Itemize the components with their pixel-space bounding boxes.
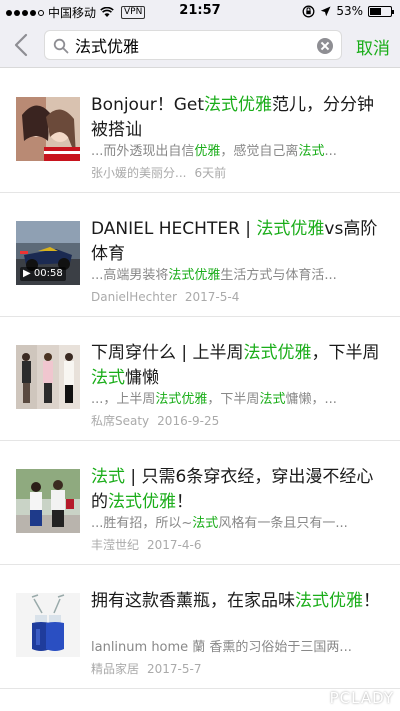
article-excerpt: ...，上半周法式优雅，下半周法式慵懒，... [91,391,383,409]
search-input[interactable] [75,31,315,59]
highlighted-keyword: 法式 [192,516,219,531]
article-date: 2016-9-25 [157,414,220,428]
article-thumbnail [16,593,80,657]
text-segment: 下周穿什么 | 上半周 [91,343,244,363]
highlighted-keyword: 法式优雅 [108,492,176,512]
text-segment: ...高端男装将 [91,268,169,283]
article-title[interactable]: Bonjour！Get法式优雅范儿，分分钟被搭讪 [91,93,383,143]
list-item[interactable]: ▶ 00:58 DANIEL HECHTER | 法式优雅vs高阶体育 ...高… [0,193,400,317]
cancel-button[interactable]: 取消 [356,34,390,59]
text-segment: 慵懒，... [285,392,337,407]
text-segment: ...胜有招，所以~ [91,516,193,531]
article-meta: 张小媛的美丽分... 6天前 [91,165,226,181]
article-thumbnail [16,469,80,533]
battery-percent: 53% [336,4,363,18]
highlighted-keyword: 法式优雅 [155,392,208,407]
list-item[interactable]: 下周穿什么 | 上半周法式优雅，下半周法式慵懒 ...，上半周法式优雅，下半周法… [0,317,400,441]
highlighted-keyword: 法式优雅 [204,95,273,115]
article-title[interactable]: DANIEL HECHTER | 法式优雅vs高阶体育 [91,217,383,267]
text-segment: ...，上半周 [91,392,156,407]
search-icon [53,38,69,54]
article-excerpt: ...而外透现出自信优雅，感觉自己离法式... [91,143,383,161]
article-source: 丰滢世纪 [91,538,140,552]
video-thumbnail: ▶ 00:58 [16,221,80,285]
text-segment: Bonjour！Get [91,95,205,115]
article-title[interactable]: 拥有这款香薰瓶，在家品味法式优雅！ [91,589,383,614]
location-arrow-icon [321,6,331,16]
clear-search-icon[interactable] [317,38,333,54]
article-source: 精品家居 [91,662,140,676]
text-segment: 生活方式与体育活... [220,268,337,283]
highlighted-keyword: 法式 [91,467,125,487]
article-thumbnail [16,97,80,161]
article-meta: DanielHechter 2017-5-4 [91,289,239,305]
highlighted-keyword: 法式 [298,144,325,159]
video-duration-badge: ▶ 00:58 [20,267,66,281]
text-segment: lanlinum home 蘭 香熏的习俗始于三国两... [91,640,352,655]
article-meta: 私席Seaty 2016-9-25 [91,413,219,429]
article-meta: 精品家居 2017-5-7 [91,661,201,677]
search-header: 取消 [0,22,400,68]
highlighted-keyword: 法式 [259,392,286,407]
article-meta: 丰滢世纪 2017-4-6 [91,537,201,553]
video-duration: 00:58 [33,268,63,279]
article-title[interactable]: 下周穿什么 | 上半周法式优雅，下半周法式慵懒 [91,341,383,391]
article-source: 张小媛的美丽分... [91,166,187,180]
highlighted-keyword: 优雅 [194,144,221,159]
highlighted-keyword: 法式优雅 [256,219,325,239]
article-source: DanielHechter [91,290,177,304]
article-excerpt: lanlinum home 蘭 香熏的习俗始于三国两... [91,639,383,657]
text-segment: ，下半周 [311,343,380,363]
text-segment: ，感觉自己离 [220,144,299,159]
article-date: 2017-4-6 [147,538,202,552]
text-segment: ...而外透现出自信 [91,144,195,159]
watermark-logo: PCLADY [329,689,394,707]
highlighted-keyword: 法式优雅 [295,591,363,611]
highlighted-keyword: 法式 [91,368,125,388]
article-date: 6天前 [194,166,227,180]
article-excerpt: ...高端男装将法式优雅生活方式与体育活... [91,267,383,285]
article-date: 2017-5-7 [147,662,202,676]
text-segment: DANIEL HECHTER | [91,219,257,239]
highlighted-keyword: 法式优雅 [168,268,221,283]
text-segment: ！ [363,591,380,611]
text-segment: ！ [176,492,193,512]
text-segment: 慵懒 [125,368,159,388]
text-segment: ... [324,144,337,159]
list-item[interactable]: Bonjour！Get法式优雅范儿，分分钟被搭讪 ...而外透现出自信优雅，感觉… [0,69,400,193]
search-field[interactable] [44,30,342,60]
battery-icon [368,5,394,17]
text-segment: 风格有一条且只有一... [218,516,348,531]
status-right: 53% [302,4,394,18]
article-title[interactable]: 法式 | 只需6条穿衣经，穿出漫不经心的法式优雅！ [91,465,383,515]
article-excerpt: ...胜有招，所以~法式风格有一条且只有一... [91,515,383,533]
text-segment: 拥有这款香薰瓶，在家品味 [91,591,295,611]
status-bar: 中国移动 VPN 21:57 53% [0,0,400,22]
rotation-lock-icon [302,5,315,17]
text-segment: ，下半周 [207,392,260,407]
article-date: 2017-5-4 [184,290,240,304]
back-chevron-icon[interactable] [10,32,34,58]
article-thumbnail [16,345,80,409]
highlighted-keyword: 法式优雅 [243,343,312,363]
list-item[interactable]: 法式 | 只需6条穿衣经，穿出漫不经心的法式优雅！ ...胜有招，所以~法式风格… [0,441,400,565]
article-source: 私席Seaty [91,414,150,428]
list-item[interactable]: 拥有这款香薰瓶，在家品味法式优雅！ lanlinum home 蘭 香熏的习俗始… [0,565,400,689]
search-results-list: Bonjour！Get法式优雅范儿，分分钟被搭讪 ...而外透现出自信优雅，感觉… [0,69,400,689]
